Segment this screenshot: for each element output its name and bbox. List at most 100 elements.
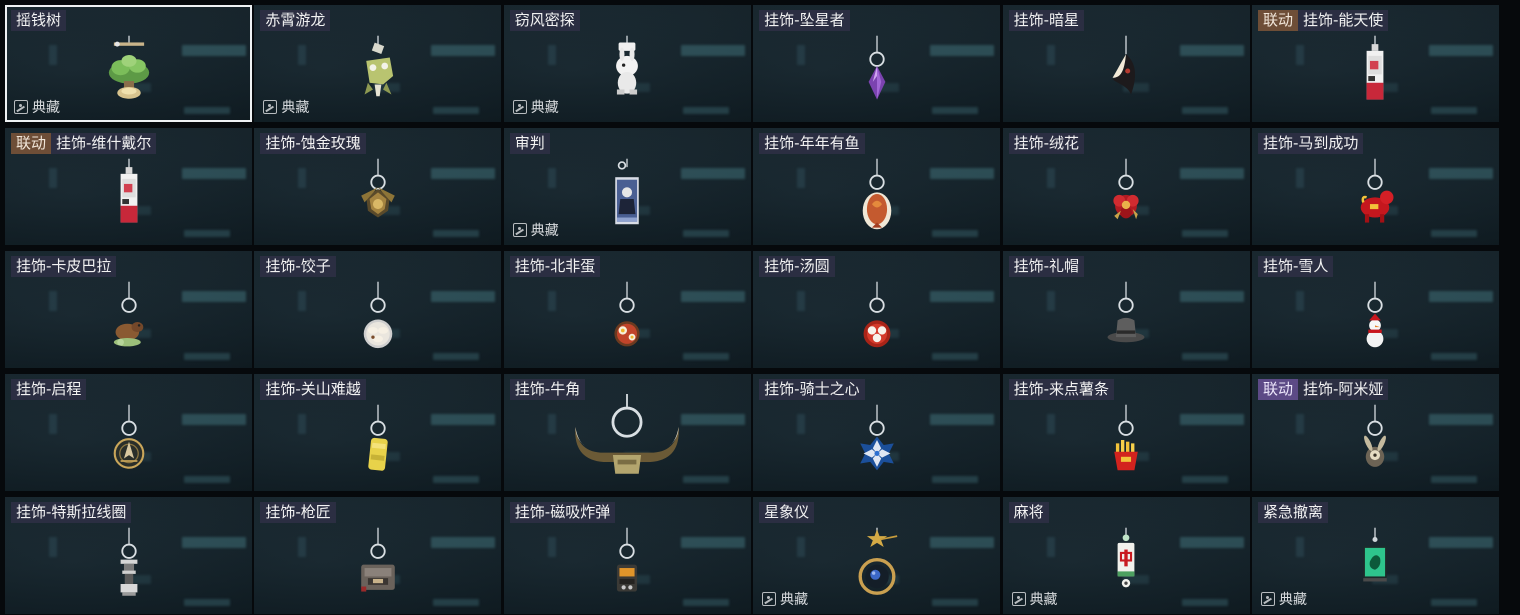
background-light-streak [680, 537, 745, 548]
charm-title: 挂饰-特斯拉线圈 [11, 502, 132, 523]
background-light-streak [932, 476, 979, 483]
background-light-streak [682, 107, 729, 114]
background-light-streak [49, 45, 57, 65]
charm-title: 联动 挂饰-能天使 [1257, 10, 1389, 31]
charm-title: 挂饰-坠星者 [759, 10, 850, 31]
charm-card[interactable]: 挂饰-卡皮巴拉 [5, 251, 252, 368]
background-light-streak [680, 291, 745, 302]
collection-badge: 典藏 [512, 221, 559, 239]
background-light-streak [680, 168, 745, 179]
charm-card[interactable]: 挂饰-暗星 [1002, 5, 1250, 122]
charm-card[interactable]: 挂饰-年年有鱼 [753, 128, 1001, 245]
charm-card[interactable]: 挂饰-马到成功 [1251, 128, 1499, 245]
charm-card[interactable]: 星象仪典藏 [753, 497, 1001, 614]
background-light-streak [1046, 291, 1055, 311]
red-card-icon [1333, 21, 1417, 122]
judgment-card-icon [585, 144, 669, 245]
background-light-streak [1295, 45, 1304, 65]
charm-card[interactable]: 联动 挂饰-能天使 [1251, 5, 1499, 122]
charm-card[interactable]: 赤霄游龙 典藏 [254, 5, 502, 122]
collection-label: 典藏 [780, 592, 809, 608]
background-light-streak [184, 230, 230, 237]
collab-badge: 联动 [11, 133, 52, 154]
charm-title: 挂饰-蚀金玫瑰 [260, 133, 366, 154]
charm-name: 挂饰-蚀金玫瑰 [260, 133, 366, 154]
charm-card[interactable]: 挂饰-饺子 [254, 251, 502, 368]
background-light-streak [930, 291, 995, 302]
charm-name: 挂饰-能天使 [1297, 10, 1389, 31]
background-light-streak [1181, 230, 1228, 237]
charm-card[interactable]: 窃风密探 典藏 [503, 5, 751, 122]
charm-card[interactable]: 挂饰-雪人 [1251, 251, 1499, 368]
charm-card[interactable]: 挂饰-启程 [5, 374, 252, 491]
image-icon [512, 100, 527, 114]
background-light-streak [930, 168, 995, 179]
dragon-icon [336, 21, 420, 122]
collab-badge: 联动 [1257, 379, 1298, 400]
charm-title: 挂饰-饺子 [260, 256, 336, 277]
charm-card[interactable]: 挂饰-磁吸炸弹 [503, 497, 751, 614]
charm-card[interactable]: 紧急撤离 典藏 [1251, 497, 1499, 614]
background-light-streak [1295, 537, 1304, 557]
background-light-streak [932, 230, 979, 237]
charm-card[interactable]: 联动 挂饰-维什戴尔 [5, 128, 252, 245]
charm-title: 挂饰-来点薯条 [1008, 379, 1114, 400]
charm-card[interactable]: 麻将 典藏 [1002, 497, 1250, 614]
background-light-streak [1430, 476, 1477, 483]
charm-title: 挂饰-汤圆 [759, 256, 835, 277]
background-light-streak [547, 168, 556, 188]
charm-card[interactable]: 审判 典藏 [503, 128, 751, 245]
background-light-streak [1179, 291, 1244, 302]
background-light-streak [182, 168, 246, 179]
charm-card[interactable]: 摇钱树 典藏 [5, 5, 252, 122]
charm-card[interactable]: 挂饰-绒花 [1002, 128, 1250, 245]
charm-title: 审判 [509, 133, 550, 154]
charm-name: 星象仪 [759, 502, 815, 523]
charm-title: 赤霄游龙 [260, 10, 331, 31]
background-light-streak [680, 45, 745, 56]
charm-card[interactable]: 挂饰-骑士之心 [753, 374, 1001, 491]
background-light-streak [932, 353, 979, 360]
charm-title: 挂饰-暗星 [1008, 10, 1084, 31]
background-light-streak [433, 476, 480, 483]
background-light-streak [182, 45, 246, 56]
charm-card[interactable]: 联动 挂饰-阿米娅 [1251, 374, 1499, 491]
charm-name: 挂饰-特斯拉线圈 [11, 502, 132, 523]
background-light-streak [1179, 168, 1244, 179]
green-tag-icon [1333, 513, 1417, 614]
background-light-streak [1428, 168, 1493, 179]
charm-card[interactable]: 挂饰-关山难越 [254, 374, 502, 491]
charm-card[interactable]: 挂饰-汤圆 [753, 251, 1001, 368]
background-light-streak [431, 168, 496, 179]
background-light-streak [1179, 537, 1244, 548]
charm-card[interactable]: 挂饰-北非蛋 [503, 251, 751, 368]
charm-title: 挂饰-马到成功 [1257, 133, 1364, 154]
charm-name: 挂饰-暗星 [1008, 10, 1084, 31]
background-light-streak [1430, 230, 1477, 237]
charm-card[interactable]: 挂饰-枪匠 [254, 497, 502, 614]
charm-name: 挂饰-坠星者 [759, 10, 850, 31]
background-light-streak [298, 168, 307, 188]
background-light-streak [298, 291, 307, 311]
charm-card[interactable]: 挂饰-来点薯条 [1002, 374, 1250, 491]
charm-card[interactable]: 挂饰-特斯拉线圈 [5, 497, 252, 614]
top-hat-icon [1084, 267, 1168, 368]
charm-card[interactable]: 挂饰-牛角 [503, 374, 751, 491]
background-light-streak [431, 414, 496, 425]
collection-label: 典藏 [530, 100, 559, 116]
background-light-streak [184, 476, 230, 483]
charm-card[interactable]: 挂饰-礼帽 [1002, 251, 1250, 368]
background-light-streak [182, 414, 246, 425]
red-horse-icon [1333, 144, 1417, 245]
charm-card[interactable]: 挂饰-坠星者 [753, 5, 1001, 122]
background-light-streak [431, 45, 496, 56]
gold-rose-icon [336, 144, 420, 245]
background-light-streak [184, 353, 230, 360]
collection-badge: 典藏 [1011, 590, 1058, 608]
background-light-streak [1295, 291, 1304, 311]
charm-name: 挂饰-卡皮巴拉 [11, 256, 117, 277]
background-light-streak [680, 414, 745, 425]
charm-title: 挂饰-雪人 [1257, 256, 1334, 277]
charm-card[interactable]: 挂饰-蚀金玫瑰 [254, 128, 502, 245]
charm-title: 紧急撤离 [1257, 502, 1328, 523]
